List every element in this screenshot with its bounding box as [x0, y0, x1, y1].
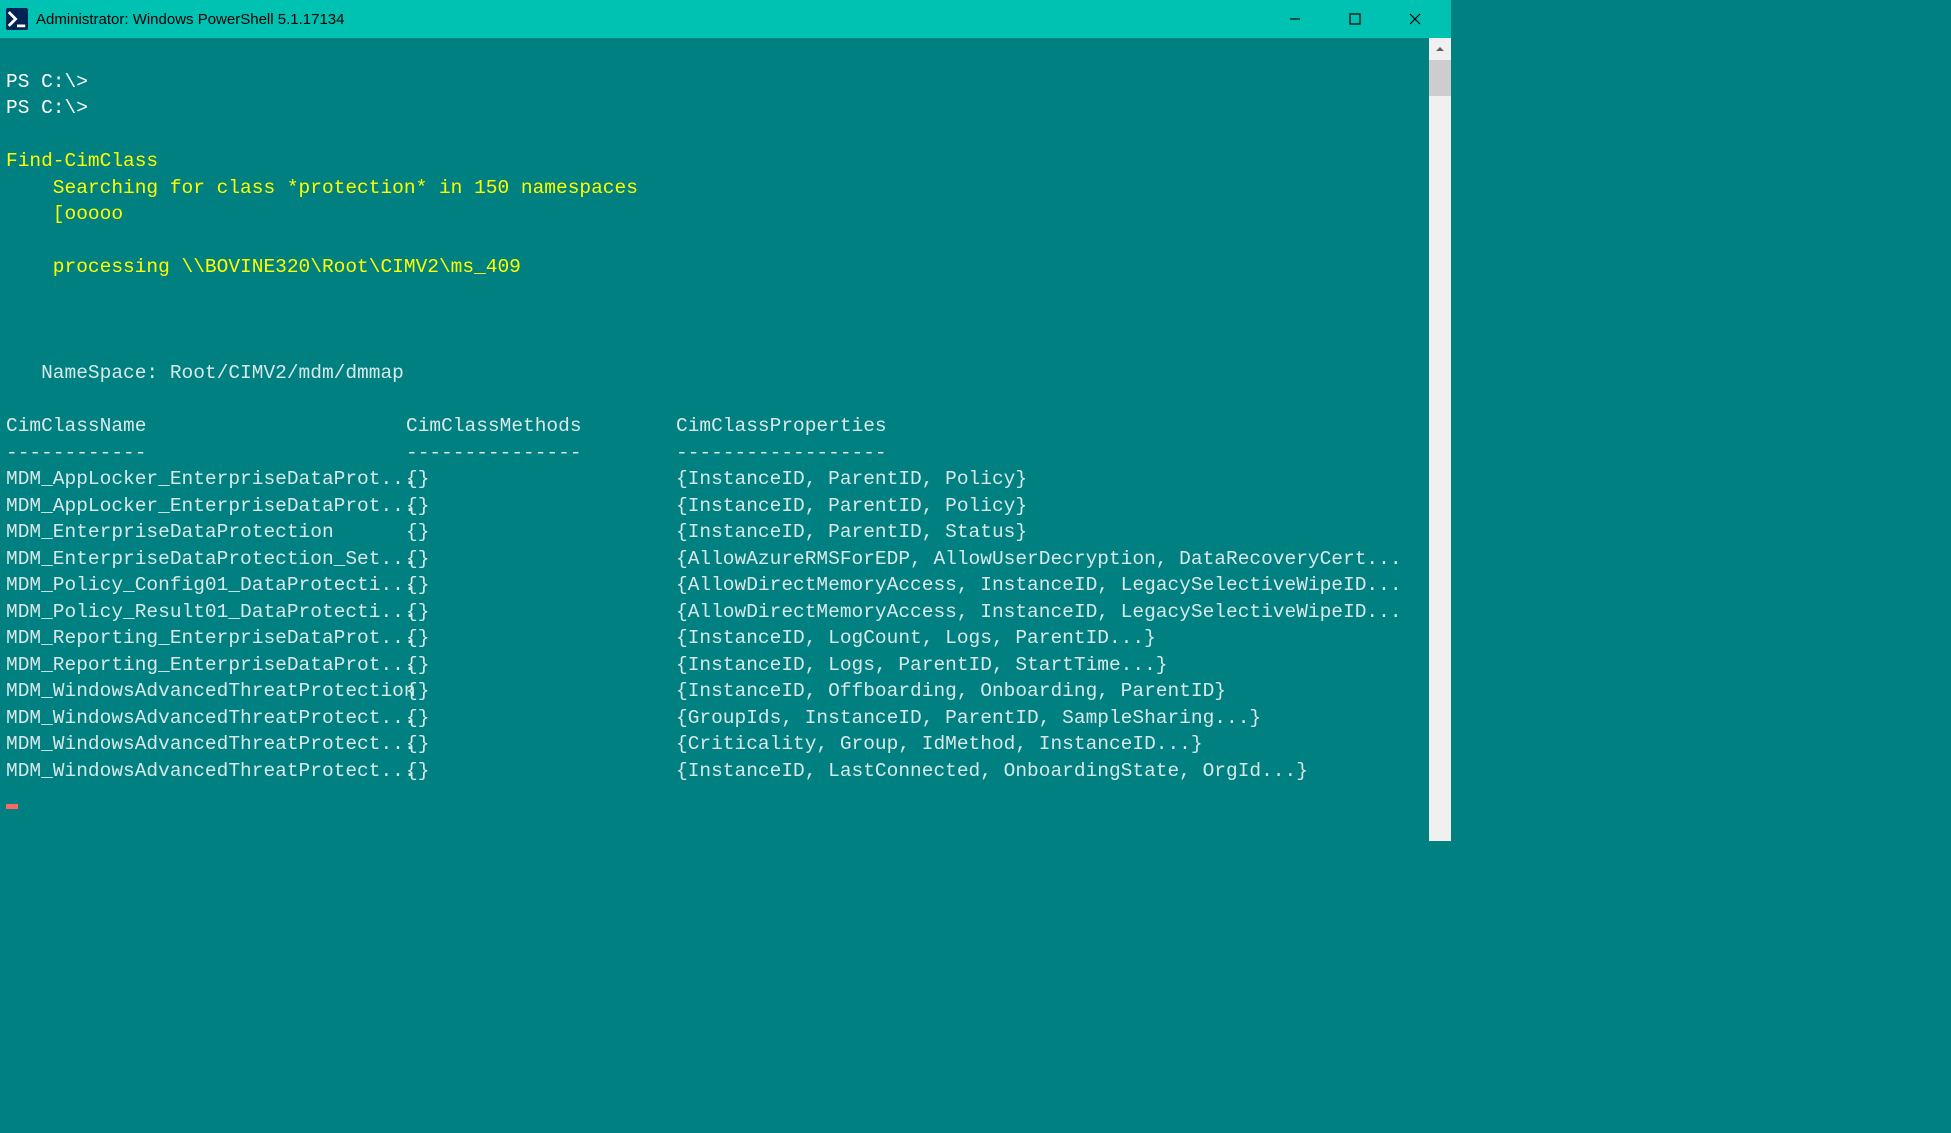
- table-row: MDM_EnterpriseDataProtection_Set...{}{Al…: [6, 546, 1423, 573]
- progress-bar-fill: ooooo: [65, 203, 124, 225]
- table-row: MDM_Policy_Config01_DataProtecti...{}{Al…: [6, 572, 1423, 599]
- table-row: MDM_EnterpriseDataProtection{}{InstanceI…: [6, 519, 1423, 546]
- header-methods: CimClassMethods: [406, 413, 676, 440]
- powershell-window: Administrator: Windows PowerShell 5.1.17…: [0, 0, 1451, 812]
- scroll-thumb[interactable]: [1429, 60, 1451, 96]
- scrollbar[interactable]: [1429, 38, 1451, 841]
- terminal[interactable]: PS C:\> PS C:\> Find-CimClass Searching …: [0, 38, 1429, 841]
- table-row: MDM_Policy_Result01_DataProtecti...{}{Al…: [6, 599, 1423, 626]
- scroll-up-button[interactable]: [1429, 38, 1451, 60]
- table-row: MDM_WindowsAdvancedThreatProtect...{}{In…: [6, 758, 1423, 785]
- progress-title: Find-CimClass: [6, 150, 158, 172]
- prompt-line: PS C:\>: [6, 97, 88, 119]
- cell-methods: {}: [406, 599, 676, 626]
- dash-name: ------------: [6, 440, 406, 467]
- window-title: Administrator: Windows PowerShell 5.1.17…: [36, 11, 1265, 28]
- cell-props: {Criticality, Group, IdMethod, InstanceI…: [676, 731, 1423, 758]
- cell-props: {InstanceID, Offboarding, Onboarding, Pa…: [676, 678, 1423, 705]
- cell-methods: {}: [406, 572, 676, 599]
- cell-methods: {}: [406, 519, 676, 546]
- close-button[interactable]: [1385, 0, 1445, 38]
- cell-props: {AllowDirectMemoryAccess, InstanceID, Le…: [676, 572, 1423, 599]
- table-header-row: CimClassNameCimClassMethodsCimClassPrope…: [6, 413, 1423, 440]
- cell-props: {GroupIds, InstanceID, ParentID, SampleS…: [676, 705, 1423, 732]
- terminal-area: PS C:\> PS C:\> Find-CimClass Searching …: [0, 38, 1451, 841]
- table-row: MDM_Reporting_EnterpriseDataProt...{}{In…: [6, 652, 1423, 679]
- cell-name: MDM_Policy_Config01_DataProtecti...: [6, 572, 406, 599]
- cell-methods: {}: [406, 678, 676, 705]
- dash-methods: ---------------: [406, 440, 676, 467]
- cell-methods: {}: [406, 731, 676, 758]
- table-dash-row: ----------------------------------------…: [6, 440, 1423, 467]
- minimize-button[interactable]: [1265, 0, 1325, 38]
- cell-methods: {}: [406, 758, 676, 785]
- titlebar[interactable]: Administrator: Windows PowerShell 5.1.17…: [0, 0, 1451, 38]
- cell-name: MDM_WindowsAdvancedThreatProtection: [6, 678, 406, 705]
- cell-name: MDM_Reporting_EnterpriseDataProt...: [6, 652, 406, 679]
- namespace-line: NameSpace: Root/CIMV2/mdm/dmmap: [6, 362, 404, 384]
- cell-name: MDM_Reporting_EnterpriseDataProt...: [6, 625, 406, 652]
- cell-name: MDM_AppLocker_EnterpriseDataProt...: [6, 493, 406, 520]
- cursor: [6, 804, 18, 809]
- cell-name: MDM_WindowsAdvancedThreatProtect...: [6, 705, 406, 732]
- table-row: MDM_AppLocker_EnterpriseDataProt...{}{In…: [6, 466, 1423, 493]
- cell-name: MDM_AppLocker_EnterpriseDataProt...: [6, 466, 406, 493]
- dash-props: ------------------: [676, 440, 1423, 467]
- table-row: MDM_WindowsAdvancedThreatProtect...{}{Cr…: [6, 731, 1423, 758]
- cell-name: MDM_WindowsAdvancedThreatProtect...: [6, 758, 406, 785]
- cell-methods: {}: [406, 652, 676, 679]
- progress-processing: processing \\BOVINE320\Root\CIMV2\ms_409: [6, 256, 521, 278]
- table-row: MDM_WindowsAdvancedThreatProtect...{}{Gr…: [6, 705, 1423, 732]
- prompt-line: PS C:\>: [6, 71, 88, 93]
- table-row: MDM_WindowsAdvancedThreatProtection{}{In…: [6, 678, 1423, 705]
- progress-status: Searching for class *protection* in 150 …: [6, 177, 638, 199]
- cell-methods: {}: [406, 546, 676, 573]
- powershell-icon: [6, 8, 28, 30]
- cell-name: MDM_EnterpriseDataProtection_Set...: [6, 546, 406, 573]
- table-row: MDM_Reporting_EnterpriseDataProt...{}{In…: [6, 625, 1423, 652]
- cell-props: {InstanceID, LogCount, Logs, ParentID...…: [676, 625, 1423, 652]
- header-name: CimClassName: [6, 413, 406, 440]
- cell-props: {InstanceID, ParentID, Policy}: [676, 493, 1423, 520]
- window-controls: [1265, 0, 1445, 38]
- table-row: MDM_AppLocker_EnterpriseDataProt...{}{In…: [6, 493, 1423, 520]
- cell-methods: {}: [406, 625, 676, 652]
- cell-methods: {}: [406, 705, 676, 732]
- cell-name: MDM_WindowsAdvancedThreatProtect...: [6, 731, 406, 758]
- cell-props: {AllowAzureRMSForEDP, AllowUserDecryptio…: [676, 546, 1423, 573]
- cell-props: {InstanceID, ParentID, Status}: [676, 519, 1423, 546]
- cell-methods: {}: [406, 466, 676, 493]
- progress-bar-space: [123, 203, 1429, 225]
- cell-name: MDM_Policy_Result01_DataProtecti...: [6, 599, 406, 626]
- cell-name: MDM_EnterpriseDataProtection: [6, 519, 406, 546]
- header-props: CimClassProperties: [676, 413, 1423, 440]
- cell-props: {AllowDirectMemoryAccess, InstanceID, Le…: [676, 599, 1423, 626]
- cell-props: {InstanceID, Logs, ParentID, StartTime..…: [676, 652, 1423, 679]
- progress-bar-open: [: [6, 203, 65, 225]
- maximize-button[interactable]: [1325, 0, 1385, 38]
- cell-methods: {}: [406, 493, 676, 520]
- cell-props: {InstanceID, LastConnected, OnboardingSt…: [676, 758, 1423, 785]
- cell-props: {InstanceID, ParentID, Policy}: [676, 466, 1423, 493]
